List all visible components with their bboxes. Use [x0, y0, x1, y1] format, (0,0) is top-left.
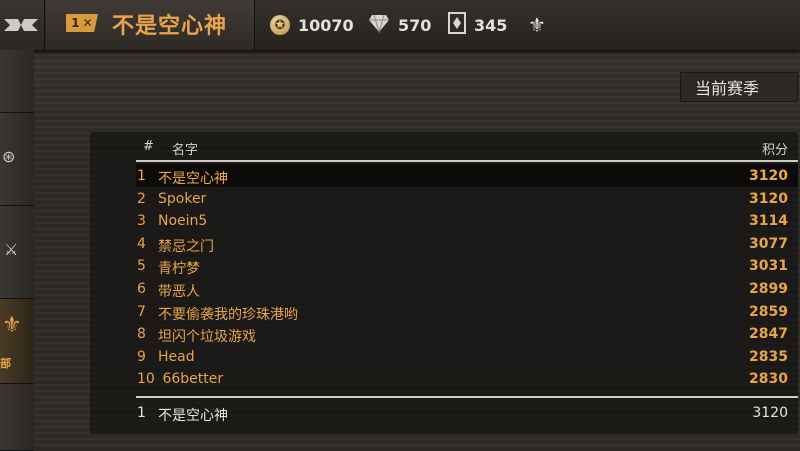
diamond-value: 570	[398, 15, 432, 35]
row-name: 66better	[158, 371, 224, 388]
row-score: 2830	[749, 371, 788, 388]
my-name: 不是空心神	[158, 408, 228, 424]
coin-value: 10070	[298, 15, 354, 35]
header-score: 积分	[761, 143, 788, 158]
table-row[interactable]: 7 不要偷袭我的珍珠港哟 2859	[136, 300, 798, 323]
menu-logo-button[interactable]	[0, 0, 45, 50]
row-name: Noein5	[158, 213, 208, 230]
my-rank-row[interactable]: 1 不是空心神 3120	[136, 402, 798, 426]
table-row[interactable]: 10 66better 2830	[136, 367, 798, 390]
current-season-button[interactable]: 当前赛季	[680, 72, 798, 102]
wings-logo-icon	[4, 19, 38, 31]
sidebar-tab-3[interactable]: ⚔	[0, 206, 34, 299]
leaderboard-header: # 名字 积分	[136, 136, 798, 158]
sidebar-tab-5[interactable]	[0, 384, 34, 451]
leaderboard-rows: 1 不是空心神 3120 2 Spoker 3120 3 Noein5 3114…	[136, 164, 798, 390]
header-rank: #	[143, 139, 154, 154]
my-rank: 1	[137, 405, 146, 421]
row-score: 3120	[749, 168, 788, 184]
row-name: Spoker	[158, 190, 207, 207]
row-name: 带恶人	[158, 283, 200, 300]
sword-icon: ⚔	[4, 240, 19, 259]
token-icon	[448, 12, 466, 38]
row-rank: 9	[137, 348, 146, 365]
top-bar: 1 ✕ 不是空心神 ✪ 10070 570 345 ⚜	[0, 0, 800, 51]
close-x-icon: ✕	[82, 16, 93, 30]
token-counter[interactable]: 345	[448, 0, 507, 50]
row-name: Head	[158, 348, 195, 365]
table-row[interactable]: 4 禁忌之门 3077	[136, 232, 798, 255]
row-name: 禁忌之门	[158, 238, 214, 255]
table-row[interactable]: 3 Noein5 3114	[136, 209, 798, 232]
footer-divider	[136, 396, 798, 398]
sidebar-tab-2[interactable]: ⊛	[0, 113, 34, 206]
row-rank: 6	[137, 280, 146, 297]
row-rank: 4	[137, 235, 146, 252]
table-row[interactable]: 6 带恶人 2899	[136, 277, 798, 300]
row-name: 不是空心神	[158, 171, 228, 187]
coin-icon: ✪	[270, 15, 290, 35]
row-name: 不要偷袭我的珍珠港哟	[158, 306, 298, 323]
diamond-counter[interactable]: 570	[368, 0, 431, 50]
row-score: 2859	[749, 303, 788, 320]
table-row[interactable]: 1 不是空心神 3120	[136, 164, 798, 187]
table-row[interactable]: 9 Head 2835	[136, 345, 798, 368]
row-rank: 3	[137, 213, 146, 230]
sidebar-tab-club[interactable]: ⚜ 部	[0, 299, 34, 384]
tank-icon: ⊛	[2, 147, 16, 166]
table-row[interactable]: 8 坦闪个垃圾游戏 2847	[136, 322, 798, 345]
coin-counter[interactable]: ✪ 10070	[270, 0, 354, 50]
fleur-de-lis-icon: ⚜	[2, 313, 22, 338]
row-score: 2899	[749, 280, 788, 297]
token-value: 345	[474, 15, 508, 35]
row-rank: 1	[137, 168, 146, 184]
row-name: 青柠梦	[158, 261, 200, 278]
row-rank: 7	[137, 303, 146, 320]
table-row[interactable]: 5 青柠梦 3031	[136, 254, 798, 277]
row-score: 3077	[749, 235, 788, 252]
my-score: 3120	[752, 405, 788, 421]
row-score: 2835	[749, 348, 788, 365]
row-rank: 5	[137, 258, 146, 275]
header-name: 名字	[172, 143, 199, 158]
table-row[interactable]: 2 Spoker 3120	[136, 187, 798, 210]
sidebar-tab-club-label: 部	[0, 357, 11, 370]
rank-badge: 1 ✕	[66, 14, 98, 32]
diamond-icon	[368, 13, 390, 37]
fleur-de-lis-icon[interactable]: ⚜	[528, 0, 546, 50]
sidebar-tab-1[interactable]	[0, 50, 34, 113]
row-score: 3114	[749, 213, 788, 230]
rank-badge-number: 1	[71, 16, 80, 30]
row-name: 坦闪个垃圾游戏	[158, 329, 256, 346]
row-rank: 2	[137, 190, 146, 207]
row-rank: 10	[137, 371, 155, 388]
row-rank: 8	[137, 326, 146, 343]
sidebar: ⊛ ⚔ ⚜ 部	[0, 50, 34, 451]
header-divider	[136, 160, 798, 162]
row-score: 3031	[749, 258, 788, 275]
player-name: 不是空心神	[112, 14, 228, 39]
row-score: 3120	[749, 190, 788, 207]
row-score: 2847	[749, 326, 788, 343]
